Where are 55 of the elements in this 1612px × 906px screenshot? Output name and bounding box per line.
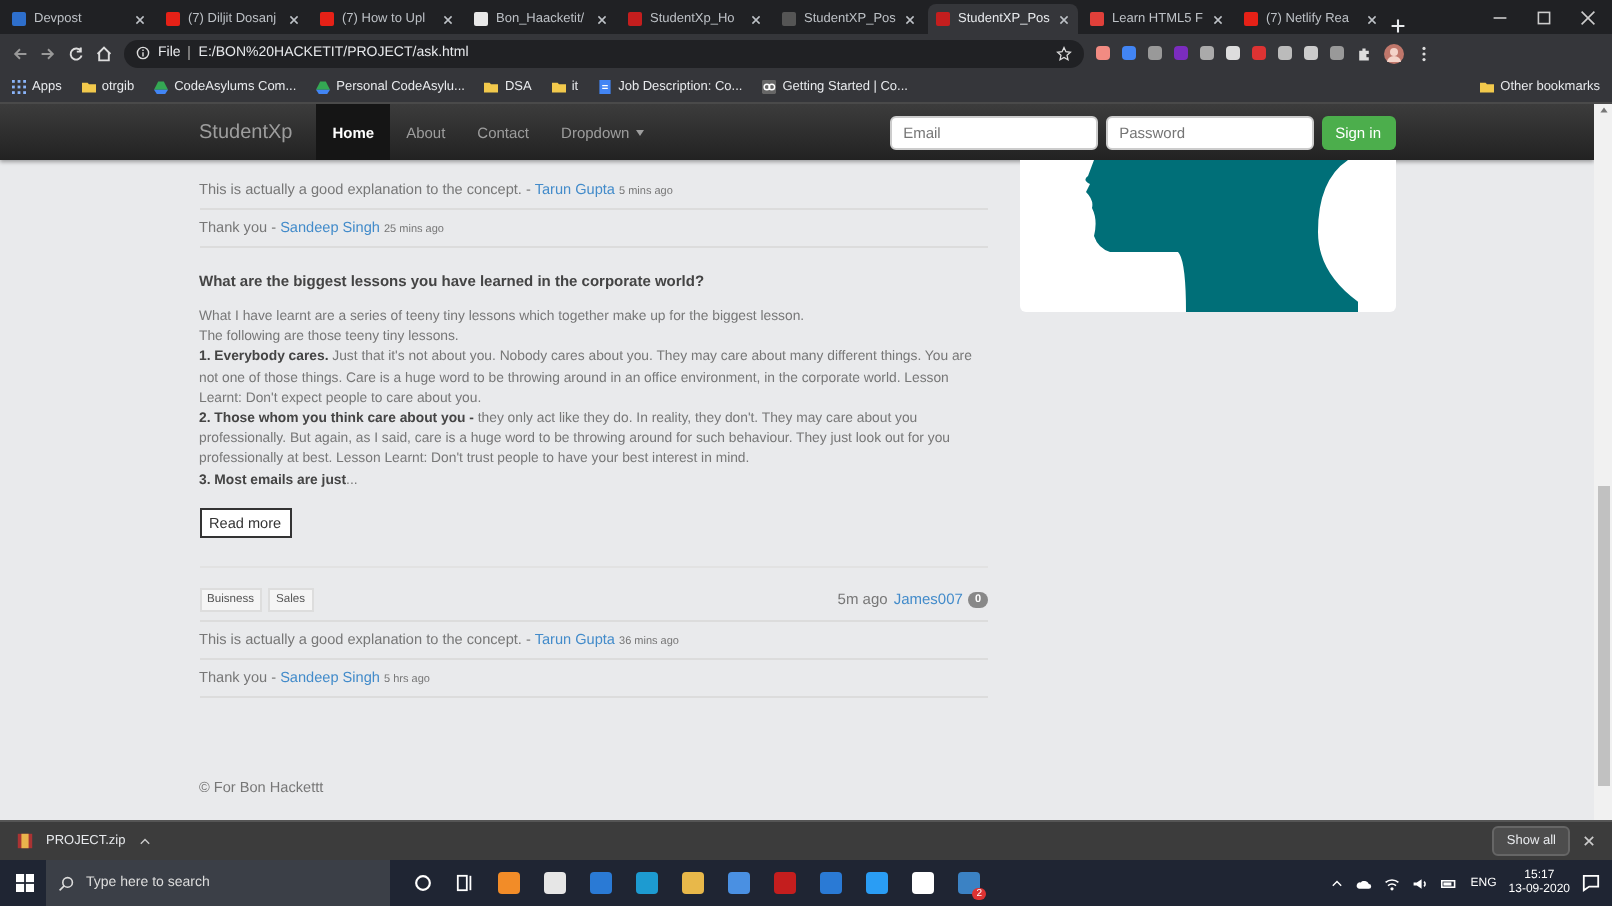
chevron-up-icon (137, 834, 152, 848)
document-icon (598, 80, 613, 94)
archive-file-icon (16, 832, 34, 850)
app-icon[interactable] (682, 872, 704, 894)
close-icon (904, 13, 916, 25)
app-icon[interactable] (774, 872, 796, 894)
folder-icon (484, 80, 499, 94)
folder-icon (551, 80, 566, 94)
apps-grid-icon (12, 80, 26, 94)
app-icon[interactable] (544, 872, 566, 894)
cc-logo-icon (762, 80, 777, 94)
app-icon[interactable] (866, 872, 888, 894)
app-icon[interactable] (820, 872, 842, 894)
info-icon (136, 46, 150, 60)
windows-logo-icon (16, 874, 34, 892)
more-menu-icon (1416, 45, 1432, 61)
forward-arrow-icon (40, 45, 56, 61)
triangle-logo-icon (154, 80, 169, 94)
close-icon (750, 13, 762, 25)
circle-icon (414, 874, 432, 892)
cloud-icon (1356, 875, 1373, 891)
home-icon (96, 45, 112, 61)
chevron-up-icon (1330, 876, 1345, 890)
avatar-icon (1384, 43, 1404, 63)
close-icon (288, 13, 300, 25)
folder-icon (81, 80, 96, 94)
app-icon[interactable] (498, 872, 520, 894)
brand-logo[interactable]: StudentXp (199, 104, 293, 160)
notification-icon (1582, 874, 1600, 892)
close-icon (596, 13, 608, 25)
close-icon (442, 13, 454, 25)
back-arrow-icon (12, 45, 28, 61)
app-icon[interactable] (636, 872, 658, 894)
new-tab-icon (1390, 18, 1406, 34)
scrollbar[interactable] (1594, 104, 1612, 820)
app-icon[interactable] (912, 872, 934, 894)
search-icon (58, 875, 74, 891)
close-icon (134, 13, 146, 25)
task-view-icon (456, 874, 474, 892)
close-icon (1366, 13, 1378, 25)
close-icon (1058, 13, 1070, 25)
wifi-icon (1384, 875, 1401, 891)
maximize-icon (1536, 9, 1552, 25)
triangle-logo-icon (316, 80, 331, 94)
close-icon (1580, 9, 1596, 25)
star-icon (1056, 45, 1072, 61)
speaker-icon (1412, 875, 1429, 891)
close-icon (1212, 13, 1224, 25)
battery-icon (1440, 875, 1459, 891)
app-icon[interactable] (590, 872, 612, 894)
close-icon (1582, 834, 1596, 848)
app-icon[interactable] (728, 872, 750, 894)
reload-icon (68, 45, 84, 61)
folder-icon (1480, 80, 1495, 94)
puzzle-icon (1356, 45, 1372, 61)
